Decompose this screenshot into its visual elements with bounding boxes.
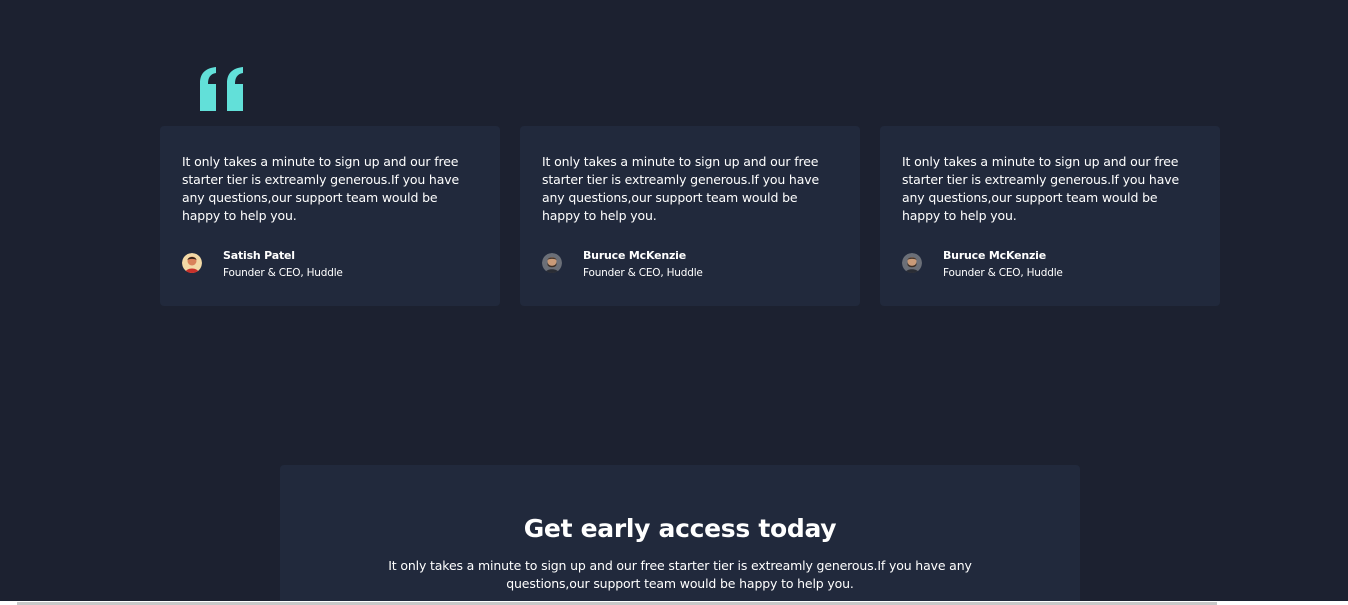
author-role: Founder & CEO, Huddle [223, 267, 343, 279]
testimonial-author: Buruce McKenzie Founder & CEO, Huddle [542, 248, 703, 280]
testimonial-text: It only takes a minute to sign up and ou… [542, 154, 819, 223]
quote-mark-icon [200, 67, 243, 111]
testimonial-author: Satish Patel Founder & CEO, Huddle [182, 248, 343, 280]
testimonial-text: It only takes a minute to sign up and ou… [902, 154, 1179, 223]
author-name: Buruce McKenzie [943, 249, 1047, 262]
author-info: Buruce McKenzie Founder & CEO, Huddle [583, 248, 703, 280]
testimonial-card: It only takes a minute to sign up and ou… [520, 126, 860, 306]
cta-title: Get early access today [523, 514, 837, 543]
author-name: Satish Patel [223, 249, 295, 262]
avatar [182, 253, 202, 273]
early-access-panel: Get early access today It only takes a m… [280, 465, 1080, 605]
author-role: Founder & CEO, Huddle [583, 267, 703, 279]
author-role: Founder & CEO, Huddle [943, 267, 1063, 279]
testimonial-text: It only takes a minute to sign up and ou… [182, 154, 459, 223]
cta-text: It only takes a minute to sign up and ou… [388, 558, 972, 591]
testimonial-card: It only takes a minute to sign up and ou… [160, 126, 500, 306]
testimonial-card: It only takes a minute to sign up and ou… [880, 126, 1220, 306]
testimonial-author: Buruce McKenzie Founder & CEO, Huddle [902, 248, 1063, 280]
testimonials-list: It only takes a minute to sign up and ou… [160, 126, 1220, 306]
avatar [542, 253, 562, 273]
avatar [902, 253, 922, 273]
author-info: Buruce McKenzie Founder & CEO, Huddle [943, 248, 1063, 280]
page: It only takes a minute to sign up and ou… [0, 0, 1348, 605]
author-info: Satish Patel Founder & CEO, Huddle [223, 248, 343, 280]
author-name: Buruce McKenzie [583, 249, 687, 262]
